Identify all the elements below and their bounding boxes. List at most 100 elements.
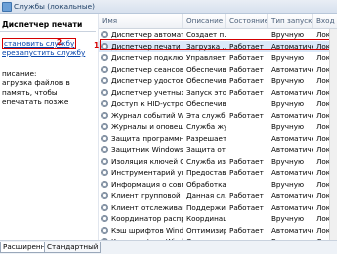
cell-startup-type: Автоматиче... xyxy=(271,191,313,200)
cell-startup-type: Автоматиче... xyxy=(271,110,313,120)
cell-description: Координац... xyxy=(186,214,226,223)
cell-startup-type: Вручную xyxy=(271,214,304,223)
cell-status: Работает xyxy=(229,53,264,62)
cell-status: Работает xyxy=(229,156,264,166)
table-row[interactable]: Диспетчер подключ...Управляет ...Работае… xyxy=(99,52,337,64)
cell-name: Журнал событий Win... xyxy=(111,110,183,120)
table-row[interactable]: Диспетчер удостовер...Обеспечив...Работа… xyxy=(99,75,337,87)
table-row[interactable]: Клиент групповой п...Данная сл...Работае… xyxy=(99,190,337,202)
cell-name: Диспетчер подключ... xyxy=(111,53,183,62)
cell-startup-type: Вручную xyxy=(271,30,304,39)
column-header-logon[interactable]: Вход xyxy=(313,14,337,28)
cell-name: Диспетчер автомати... xyxy=(111,30,183,39)
cell-description: Предоставл... xyxy=(186,168,226,177)
table-body: Диспетчер автомати...Создает п... Вручную… xyxy=(99,29,337,240)
column-header-startup-type[interactable]: Тип запуска xyxy=(268,14,313,28)
cell-startup-type: Вручную xyxy=(271,179,304,189)
table-row[interactable]: Инструментарий упра...Предоставл...Работ… xyxy=(99,167,337,179)
cell-status: Работает xyxy=(229,168,264,177)
cell-startup-type: Вручную xyxy=(271,156,304,166)
table-row[interactable]: Доступ к HID-устрой...Обеспечив... Вручну… xyxy=(99,98,337,110)
cell-description: Загрузка ... xyxy=(186,41,226,51)
annotation-marker-2: 2 xyxy=(57,38,63,47)
table-row[interactable]: Защитник WindowsЗащита от ... Автоматиче.… xyxy=(99,144,337,156)
cell-name: Диспетчер печати xyxy=(111,41,181,51)
divider xyxy=(0,31,96,32)
cell-status xyxy=(226,29,268,41)
table-row[interactable]: Клиент отслеживани...Поддержив...Работае… xyxy=(99,202,337,214)
table-row[interactable]: Диспетчер печати Загрузка ... Работает Авто… xyxy=(99,40,337,52)
cell-status xyxy=(226,144,268,156)
services-icon xyxy=(2,2,12,12)
cell-startup-type: Автоматиче... xyxy=(271,64,313,74)
cell-description: Поддержив... xyxy=(186,202,226,212)
cell-startup-type: Вручную xyxy=(271,99,304,108)
cell-status xyxy=(226,179,268,191)
cell-status: Работает xyxy=(229,64,264,74)
table-row[interactable]: Журнал событий Win...Эта служба ...Работ… xyxy=(99,110,337,122)
cell-status: Работает xyxy=(229,41,264,51)
title-bar: Службы (локальные) xyxy=(0,0,337,14)
cell-startup-type: Автоматиче... xyxy=(271,225,313,235)
services-table: Имя Описание Состояние Тип запуска Вход … xyxy=(99,14,337,240)
restart-service-link[interactable]: ерезапустить службу xyxy=(2,48,85,57)
column-header-name[interactable]: Имя xyxy=(99,14,183,28)
cell-name: Информация о совмес... xyxy=(111,179,183,189)
cell-name: Защита программного ... xyxy=(111,133,183,143)
cell-name: Координатор распре... xyxy=(111,214,183,223)
tab-standard[interactable]: Стандартный xyxy=(44,242,102,253)
cell-name: Клиент групповой п... xyxy=(111,191,183,200)
cell-status: Работает xyxy=(229,225,264,235)
cell-description: Служба из... xyxy=(186,156,226,166)
cell-name: Журналы и оповещен... xyxy=(111,122,183,131)
cell-startup-type: Вручную xyxy=(271,76,304,85)
cell-description: Запуск это... xyxy=(186,87,226,97)
cell-description: Обеспечив... xyxy=(186,76,226,85)
cell-description: Эта служба ... xyxy=(186,110,226,120)
cell-status xyxy=(226,121,268,133)
table-row[interactable]: Координатор распре...Координац... Вручную… xyxy=(99,213,337,225)
cell-description: Управляет ... xyxy=(186,53,226,62)
table-row[interactable]: Диспетчер автомати...Создает п... Вручную… xyxy=(99,29,337,41)
table-row[interactable]: Диспетчер учетных ...Запуск это...Работа… xyxy=(99,87,337,99)
service-title: Диспетчер печати xyxy=(2,20,83,29)
cell-description: Данная сл... xyxy=(186,191,226,200)
column-header-description[interactable]: Описание xyxy=(183,14,226,28)
cell-status xyxy=(226,133,268,145)
table-row[interactable]: Журналы и оповещен...Служба жу... Вручную… xyxy=(99,121,337,133)
cell-description: Разрешает ... xyxy=(186,133,226,143)
cell-status: Работает xyxy=(229,202,264,212)
description-label: писание: xyxy=(2,69,37,78)
vertical-scrollbar[interactable] xyxy=(329,29,337,240)
cell-startup-type: Автоматиче... xyxy=(271,145,313,154)
table-row[interactable]: Диспетчер сеансов ...Обеспечив...Работае… xyxy=(99,64,337,76)
cell-status xyxy=(226,213,268,225)
cell-startup-type: Автоматиче... xyxy=(271,202,313,212)
description-text: агрузка файлов в память, чтобы епечатать… xyxy=(2,78,70,106)
table-row[interactable]: Кэш шрифтов Windo...Оптимизир...Работает… xyxy=(99,225,337,237)
cell-status: Работает xyxy=(229,87,264,97)
cell-startup-type: Автоматиче... xyxy=(271,87,313,97)
table-row[interactable]: Информация о совмес...Обработка ... Вручн… xyxy=(99,179,337,191)
cell-description: Обеспечив... xyxy=(186,64,226,74)
cell-description: Защита от ... xyxy=(186,145,226,154)
table-header: Имя Описание Состояние Тип запуска Вход xyxy=(99,14,337,29)
cell-startup-type: Автоматиче... xyxy=(271,41,313,51)
cell-startup-type: Вручную xyxy=(271,122,304,131)
cell-name: Доступ к HID-устрой... xyxy=(111,99,183,108)
column-header-status[interactable]: Состояние xyxy=(226,14,268,28)
cell-description: Создает п... xyxy=(186,30,226,39)
cell-description: Обеспечив... xyxy=(186,99,226,108)
cell-name: Диспетчер удостовер... xyxy=(111,76,183,85)
cell-name: Кэш шрифтов Windo... xyxy=(111,225,183,235)
cell-startup-type: Вручную xyxy=(271,53,304,62)
cell-status: Работает xyxy=(229,76,264,85)
window-title: Службы (локальные) xyxy=(14,2,95,11)
cell-description: Обработка ... xyxy=(186,179,226,189)
cell-name: Защитник Windows xyxy=(111,145,183,154)
cell-name: Клиент отслеживани... xyxy=(111,202,183,212)
cell-name: Диспетчер сеансов ... xyxy=(111,64,183,74)
table-row[interactable]: Изоляция ключей CNGСлужба из...Работает В… xyxy=(99,156,337,168)
cell-description: Оптимизир... xyxy=(186,225,226,235)
table-row[interactable]: Защита программного ...Разрешает ... Авто… xyxy=(99,133,337,145)
